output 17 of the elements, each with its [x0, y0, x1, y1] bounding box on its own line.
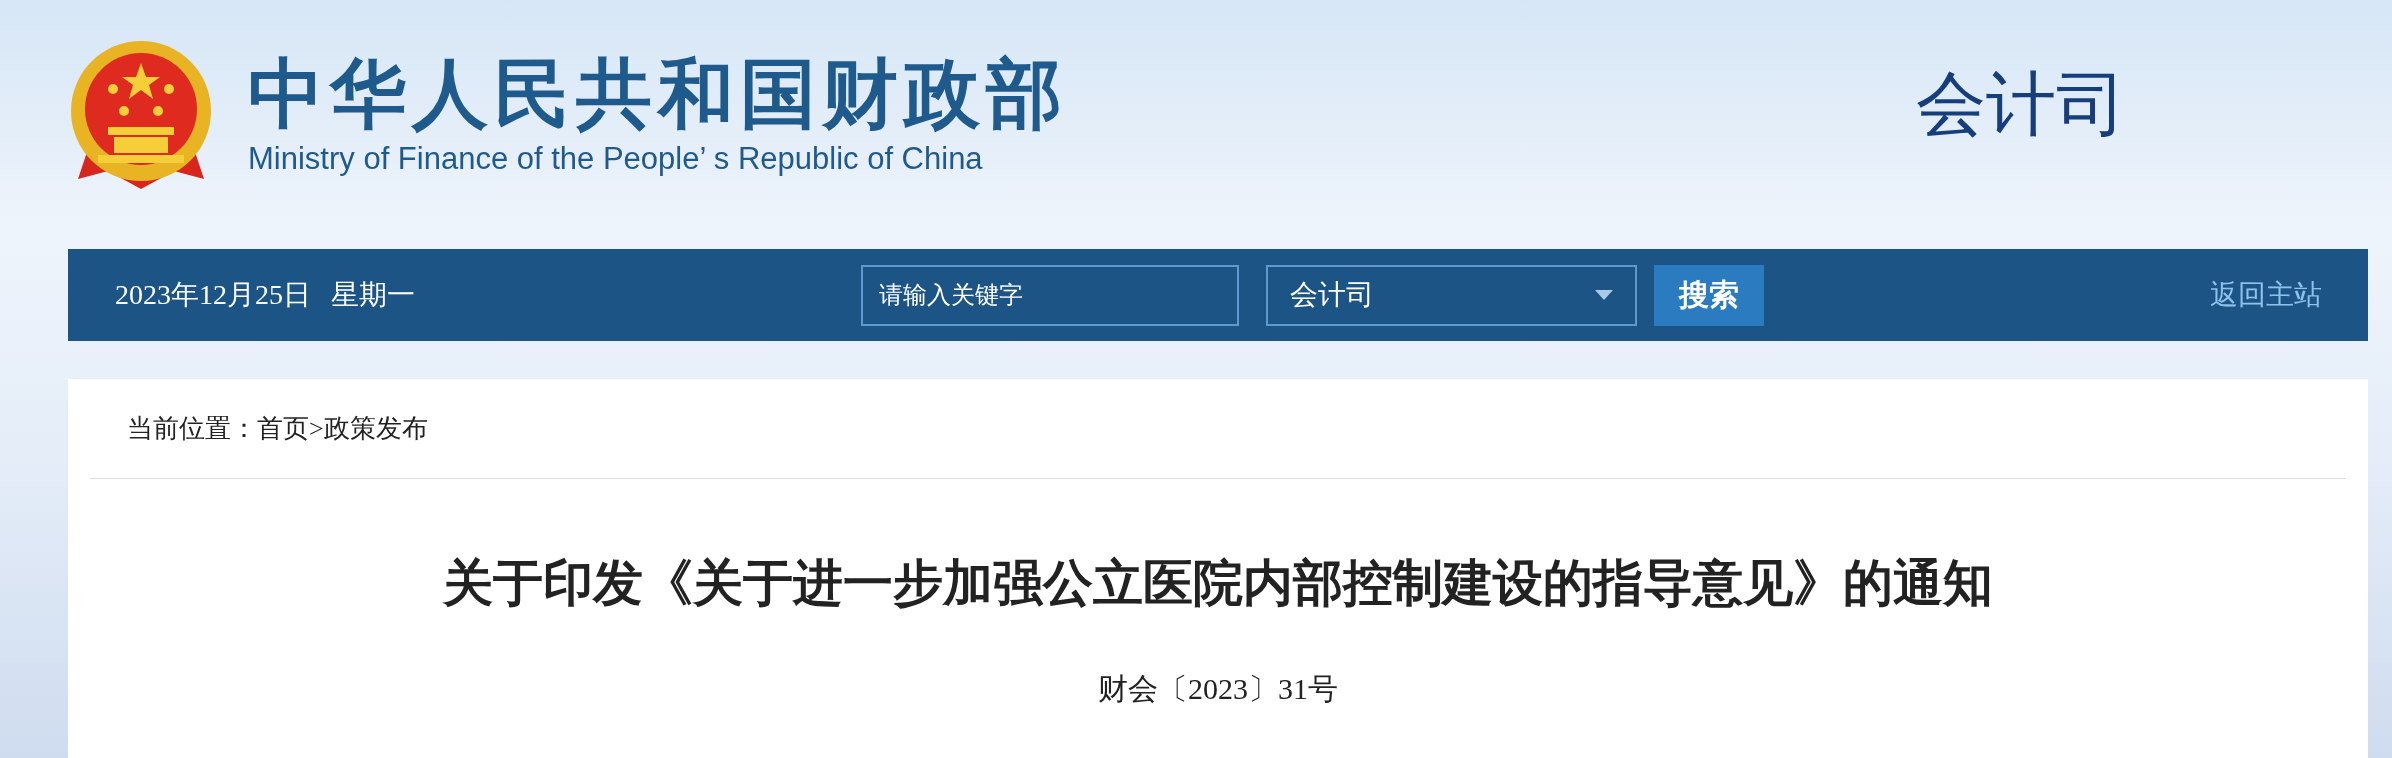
breadcrumb-separator: > [309, 413, 324, 444]
breadcrumb-link[interactable]: 首页 [257, 411, 309, 446]
document-number: 财会〔2023〕31号 [1098, 671, 1338, 707]
search-field[interactable]: 请输入关键字 [861, 264, 1239, 326]
site-title: 中华人民共和国财政部 [248, 51, 1068, 136]
home-link[interactable]: 返回主站 [2210, 276, 2322, 314]
emblem-icon [68, 38, 214, 191]
search-button[interactable]: 搜索 [1654, 264, 1764, 326]
date-text: 2023年12月25日 [115, 278, 311, 312]
site-subtitle: Ministry of Finance of the People’ s Republic of China [248, 141, 984, 178]
breadcrumb-label: 当前位置： [127, 413, 257, 445]
department-name: 会计司 [1916, 63, 2126, 145]
article-title: 关于印发《关于进一步加强公立医院内部控制建设的指导意见》的通知 [441, 554, 1994, 613]
scope-dropdown[interactable]: 会计司 [1266, 264, 1637, 326]
breadcrumb-link[interactable]: 政策发布 [323, 411, 428, 446]
caret-icon [1595, 290, 1613, 300]
weekday-text: 星期一 [331, 278, 415, 312]
